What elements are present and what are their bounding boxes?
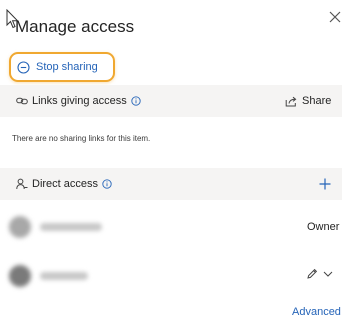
people-icon (16, 178, 28, 190)
no-links-message: There are no sharing links for this item… (12, 134, 151, 143)
pencil-icon (307, 268, 318, 279)
redacted-name (40, 223, 102, 231)
info-icon[interactable] (102, 179, 112, 189)
chevron-down-icon (323, 271, 333, 277)
direct-access-header: Direct access (0, 168, 342, 200)
direct-access-title-row: Direct access (16, 168, 112, 200)
direct-access-title: Direct access (32, 178, 99, 190)
close-icon[interactable] (328, 10, 342, 24)
share-icon (285, 96, 297, 106)
redacted-name (40, 272, 88, 280)
link-icon (16, 97, 28, 105)
stop-sharing-icon (17, 60, 30, 74)
manage-access-panel: Manage access Stop sharing Links giving … (0, 0, 342, 321)
links-section-header: Links giving access Share (0, 85, 342, 117)
stop-sharing-button[interactable]: Stop sharing (9, 52, 115, 82)
links-section-title: Links giving access (32, 95, 127, 107)
add-people-icon[interactable] (318, 177, 332, 191)
share-button[interactable]: Share (285, 85, 331, 117)
person-row: Owner (0, 206, 342, 246)
share-label: Share (302, 95, 332, 107)
dialog-title: Manage access (15, 17, 135, 36)
permission-dropdown[interactable] (306, 267, 334, 281)
stop-sharing-label: Stop sharing (36, 61, 98, 73)
role-label: Owner (307, 221, 340, 233)
avatar (9, 216, 31, 238)
advanced-link[interactable]: Advanced (292, 306, 341, 318)
links-section-title-row: Links giving access (16, 85, 141, 117)
info-icon[interactable] (131, 96, 141, 106)
person-row (0, 255, 342, 295)
avatar (9, 265, 31, 287)
